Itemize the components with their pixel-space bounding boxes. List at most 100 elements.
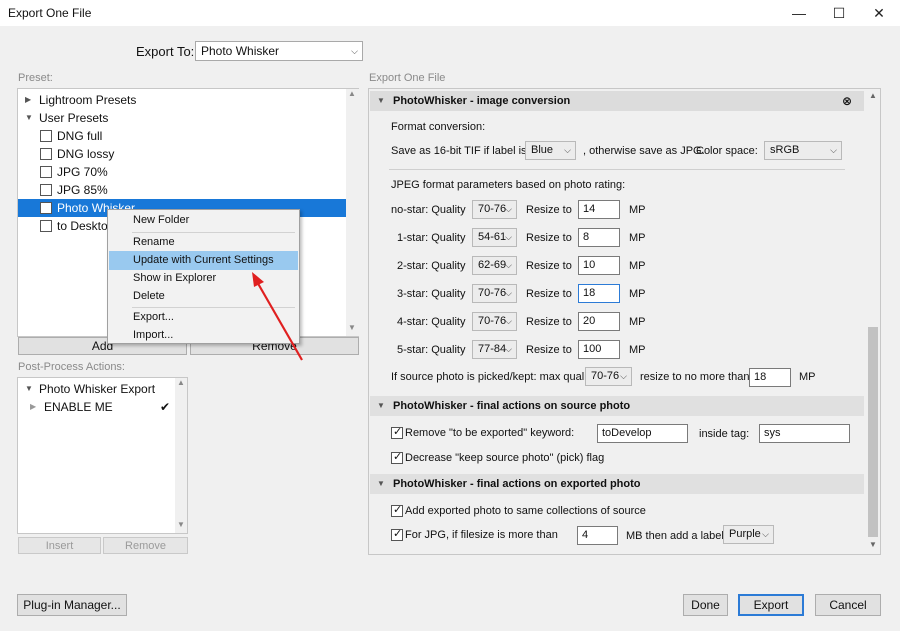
export-to-select[interactable]: Photo Whisker ⌵: [195, 41, 363, 61]
remove-action-button[interactable]: Remove: [103, 537, 188, 554]
picked-mp-label: MP: [799, 371, 816, 383]
right-panel-label: Export One File: [369, 72, 446, 84]
menu-item-new-folder[interactable]: New Folder: [109, 211, 298, 230]
resize-label: Resize to: [526, 344, 572, 356]
rating-resize-input[interactable]: 10: [578, 256, 620, 275]
triangle-down-icon[interactable]: ▼: [377, 91, 385, 111]
scroll-up-icon[interactable]: ▲: [869, 91, 877, 100]
menu-item-rename[interactable]: Rename: [109, 233, 298, 252]
keyword-input[interactable]: toDevelop: [597, 424, 688, 443]
chevron-down-icon: ⌵: [620, 371, 627, 381]
rating-resize-input[interactable]: 14: [578, 200, 620, 219]
preset-item[interactable]: DNG full: [18, 127, 344, 145]
checkmark-icon: ✔: [160, 400, 171, 414]
post-process-tree: ▼ Photo Whisker Export ▶ ENABLE ME ✔ ▲ ▼: [17, 377, 188, 534]
scroll-down-icon[interactable]: ▼: [348, 323, 356, 332]
done-button[interactable]: Done: [683, 594, 728, 616]
rating-quality-select[interactable]: 70-76 ⌵: [472, 200, 517, 219]
jpeg-params-label: JPEG format parameters based on photo ra…: [391, 179, 626, 191]
preset-checkbox[interactable]: [40, 148, 52, 160]
tif-label-select[interactable]: Blue ⌵: [525, 141, 576, 160]
chevron-down-icon: ⌵: [505, 288, 512, 298]
preset-checkbox[interactable]: [40, 166, 52, 178]
rating-resize-input[interactable]: 8: [578, 228, 620, 247]
preset-checkbox[interactable]: [40, 184, 52, 196]
settings-scrollbar[interactable]: ▲ ▼: [866, 89, 880, 554]
mp-label: MP: [629, 260, 646, 272]
picked-resize-input[interactable]: 18: [749, 368, 791, 387]
triangle-down-icon[interactable]: ▼: [377, 396, 385, 416]
insert-button[interactable]: Insert: [18, 537, 101, 554]
maximize-icon[interactable]: ☐: [829, 4, 849, 22]
post-process-scrollbar[interactable]: ▲ ▼: [175, 378, 187, 533]
resize-label: Resize to: [526, 204, 572, 216]
close-section-icon[interactable]: ⊗: [842, 91, 852, 111]
minimize-icon[interactable]: —: [789, 4, 809, 22]
chevron-down-icon: ⌵: [830, 145, 837, 155]
scroll-down-icon[interactable]: ▼: [869, 540, 877, 549]
triangle-down-icon[interactable]: ▼: [25, 380, 33, 398]
scroll-down-icon[interactable]: ▼: [177, 520, 185, 529]
filesize-input[interactable]: 4: [577, 526, 618, 545]
chevron-down-icon: ⌵: [564, 145, 571, 155]
close-icon[interactable]: ✕: [869, 4, 889, 22]
post-process-group[interactable]: ▼ Photo Whisker Export: [18, 380, 174, 398]
resize-label: Resize to: [526, 316, 572, 328]
rating-quality-select[interactable]: 77-84 ⌵: [472, 340, 517, 359]
section-exported-actions-header[interactable]: ▼ PhotoWhisker - final actions on export…: [370, 474, 864, 494]
add-collections-label: Add exported photo to same collections o…: [405, 505, 646, 517]
cancel-button[interactable]: Cancel: [815, 594, 881, 616]
label-select[interactable]: Purple ⌵: [723, 525, 774, 544]
export-button[interactable]: Export: [738, 594, 804, 616]
mp-label: MP: [629, 344, 646, 356]
plugin-manager-button[interactable]: Plug-in Manager...: [17, 594, 127, 616]
rating-label: 5-star: Quality: [397, 344, 466, 356]
preset-item[interactable]: JPG 85%: [18, 181, 344, 199]
divider: [389, 169, 845, 170]
triangle-down-icon[interactable]: ▼: [25, 109, 33, 127]
rating-quality-select[interactable]: 70-76 ⌵: [472, 284, 517, 303]
scrollbar-thumb[interactable]: [868, 327, 878, 537]
triangle-right-icon[interactable]: ▶: [30, 398, 36, 416]
post-process-action[interactable]: ▶ ENABLE ME ✔: [18, 398, 174, 416]
preset-scrollbar[interactable]: ▲ ▼: [346, 89, 359, 336]
rating-quality-select[interactable]: 70-76 ⌵: [472, 312, 517, 331]
preset-checkbox[interactable]: [40, 202, 52, 214]
preset-checkbox[interactable]: [40, 130, 52, 142]
tag-input[interactable]: sys: [759, 424, 850, 443]
preset-item[interactable]: JPG 70%: [18, 163, 344, 181]
rating-quality-select[interactable]: 62-69 ⌵: [472, 256, 517, 275]
preset-item[interactable]: DNG lossy: [18, 145, 344, 163]
picked-label: If source photo is picked/kept: max qual…: [391, 371, 596, 383]
picked-quality-select[interactable]: 70-76 ⌵: [585, 367, 632, 386]
rating-resize-input[interactable]: 100: [578, 340, 620, 359]
mp-label: MP: [629, 204, 646, 216]
section-source-actions-header[interactable]: ▼ PhotoWhisker - final actions on source…: [370, 396, 864, 416]
preset-checkbox[interactable]: [40, 220, 52, 232]
scroll-up-icon[interactable]: ▲: [177, 378, 185, 387]
color-space-select[interactable]: sRGB ⌵: [764, 141, 842, 160]
preset-group-user[interactable]: ▼ User Presets: [18, 109, 344, 127]
rating-label: 4-star: Quality: [397, 316, 466, 328]
scroll-up-icon[interactable]: ▲: [348, 89, 356, 98]
preset-group-lightroom[interactable]: ▶ Lightroom Presets: [18, 91, 344, 109]
chevron-down-icon: ⌵: [505, 232, 512, 242]
triangle-down-icon[interactable]: ▼: [377, 474, 385, 494]
mp-label: MP: [629, 316, 646, 328]
rating-label: no-star: Quality: [391, 204, 466, 216]
decrease-flag-label: Decrease "keep source photo" (pick) flag: [405, 452, 605, 464]
rating-resize-input[interactable]: 18: [578, 284, 620, 303]
rating-quality-select[interactable]: 54-61 ⌵: [472, 228, 517, 247]
section-image-conversion-header[interactable]: ▼ PhotoWhisker - image conversion ⊗: [370, 91, 864, 111]
triangle-right-icon[interactable]: ▶: [25, 91, 31, 109]
resize-label: Resize to: [526, 260, 572, 272]
add-collections-checkbox[interactable]: [391, 503, 403, 517]
rating-resize-input[interactable]: 20: [578, 312, 620, 331]
resize-no-more-label: resize to no more than: [640, 371, 750, 383]
annotation-arrow: [252, 272, 303, 361]
mp-label: MP: [629, 232, 646, 244]
chevron-down-icon: ⌵: [505, 344, 512, 354]
decrease-flag-checkbox[interactable]: [391, 450, 403, 464]
jpg-filesize-checkbox[interactable]: [391, 527, 403, 541]
remove-keyword-checkbox[interactable]: [391, 425, 403, 439]
